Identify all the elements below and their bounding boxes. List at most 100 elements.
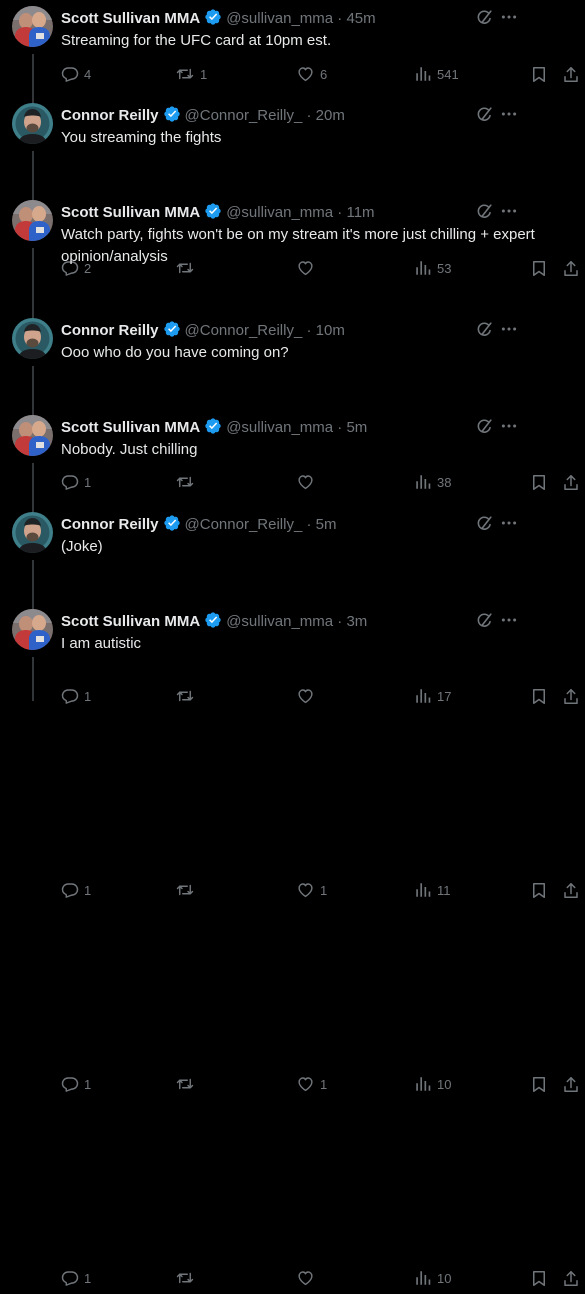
author-name[interactable]: Scott Sullivan MMA [61, 419, 200, 436]
tweet-header: Scott Sullivan MMA @sullivan_mma · 3m [61, 611, 367, 635]
tweet-text: Ooo who do you have coming on? [61, 344, 289, 361]
more-icon[interactable] [500, 611, 518, 634]
more-icon[interactable] [500, 202, 518, 225]
tweet-text: You streaming the fights [61, 129, 222, 146]
heart-icon [296, 1269, 315, 1287]
views-button[interactable]: 10 [414, 1268, 451, 1288]
author-handle[interactable]: @Connor_Reilly_ [185, 516, 303, 533]
author-handle[interactable]: @sullivan_mma [226, 419, 333, 436]
reply-count: 4 [84, 66, 92, 82]
like-count: 6 [320, 66, 328, 82]
grok-icon[interactable] [475, 105, 494, 129]
timestamp[interactable]: 10m [316, 322, 345, 339]
share-button[interactable] [562, 1268, 580, 1288]
share-button[interactable] [562, 64, 580, 84]
reply-icon [61, 1269, 79, 1287]
more-icon[interactable] [500, 514, 518, 537]
separator-dot: · [302, 322, 316, 339]
grok-icon[interactable] [475, 202, 494, 226]
timestamp[interactable]: 45m [346, 10, 375, 27]
tweet-text: Watch party, fights won't be on my strea… [61, 226, 535, 265]
reply-button[interactable]: 1 [61, 1268, 91, 1288]
retweet-count: 1 [200, 66, 208, 82]
more-icon[interactable] [500, 320, 518, 343]
like-button[interactable] [296, 1268, 320, 1288]
tweet-header: Scott Sullivan MMA @sullivan_mma · 45m [61, 8, 376, 32]
bookmark-button[interactable] [530, 1268, 548, 1288]
tweet-actions: 1 10 [61, 1268, 585, 1288]
verified-badge-icon [204, 8, 222, 32]
verified-badge-icon [204, 611, 222, 635]
avatar[interactable] [12, 200, 53, 241]
bookmark-button[interactable] [530, 64, 548, 84]
share-icon [562, 1269, 580, 1288]
more-icon[interactable] [500, 105, 518, 128]
timestamp[interactable]: 3m [346, 613, 367, 630]
more-icon[interactable] [500, 417, 518, 440]
bookmark-icon [530, 1269, 548, 1288]
author-handle[interactable]: @sullivan_mma [226, 613, 333, 630]
bookmark-icon [530, 65, 548, 84]
grok-icon[interactable] [475, 8, 494, 32]
tweet-text: I am autistic [61, 635, 142, 652]
views-count: 541 [437, 66, 459, 82]
retweet-button[interactable] [175, 1268, 200, 1288]
author-handle[interactable]: @sullivan_mma [226, 204, 333, 221]
grok-icon[interactable] [475, 320, 494, 344]
timestamp[interactable]: 5m [316, 516, 337, 533]
views-button[interactable]: 541 [414, 64, 459, 84]
author-name[interactable]: Connor Reilly [61, 107, 159, 124]
tweet-header: Connor Reilly @Connor_Reilly_ · 5m [61, 514, 336, 538]
author-handle[interactable]: @Connor_Reilly_ [185, 322, 303, 339]
grok-icon[interactable] [475, 514, 494, 538]
verified-badge-icon [163, 514, 181, 538]
retweet-icon [175, 65, 195, 83]
heart-icon [296, 65, 315, 83]
tweet-header: Connor Reilly @Connor_Reilly_ · 20m [61, 105, 345, 129]
retweet-button[interactable]: 1 [175, 64, 207, 84]
avatar[interactable] [12, 6, 53, 47]
reply-button[interactable]: 4 [61, 64, 91, 84]
avatar[interactable] [12, 318, 53, 359]
timestamp[interactable]: 5m [346, 419, 367, 436]
author-name[interactable]: Connor Reilly [61, 322, 159, 339]
tweet-text: Streaming for the UFC card at 10pm est. [61, 32, 332, 49]
tweet-header: Connor Reilly @Connor_Reilly_ · 10m [61, 320, 345, 344]
reply-count: 1 [84, 1270, 92, 1286]
separator-dot: · [302, 516, 316, 533]
avatar[interactable] [12, 415, 53, 456]
author-handle[interactable]: @sullivan_mma [226, 10, 333, 27]
avatar[interactable] [12, 609, 53, 650]
views-icon [414, 65, 432, 83]
tweet-text: Nobody. Just chilling [61, 441, 198, 458]
author-name[interactable]: Scott Sullivan MMA [61, 10, 200, 27]
author-name[interactable]: Scott Sullivan MMA [61, 204, 200, 221]
tweet[interactable]: Scott Sullivan MMA @sullivan_mma · 3m I a… [0, 603, 585, 1294]
timestamp[interactable]: 11m [346, 204, 374, 221]
verified-badge-icon [163, 105, 181, 129]
views-icon [414, 1269, 432, 1287]
separator-dot: · [302, 107, 316, 124]
author-name[interactable]: Connor Reilly [61, 516, 159, 533]
grok-icon[interactable] [475, 417, 494, 441]
timestamp[interactable]: 20m [316, 107, 345, 124]
retweet-icon [175, 1269, 195, 1287]
tweet-header: Scott Sullivan MMA @sullivan_mma · 5m [61, 417, 367, 441]
separator-dot: · [333, 613, 347, 630]
more-icon[interactable] [500, 8, 518, 31]
views-count: 10 [437, 1270, 452, 1286]
separator-dot: · [333, 204, 347, 221]
tweet-text: (Joke) [61, 538, 103, 555]
author-name[interactable]: Scott Sullivan MMA [61, 613, 200, 630]
avatar[interactable] [12, 103, 53, 144]
author-handle[interactable]: @Connor_Reilly_ [185, 107, 303, 124]
separator-dot: · [333, 10, 347, 27]
verified-badge-icon [204, 417, 222, 441]
tweet[interactable]: Scott Sullivan MMA @sullivan_mma · 45m St… [0, 0, 585, 90]
tweet-header: Scott Sullivan MMA @sullivan_mma · 11m [61, 202, 375, 226]
grok-icon[interactable] [475, 611, 494, 635]
tweet-actions: 4 1 6 541 [61, 64, 585, 84]
avatar[interactable] [12, 512, 53, 553]
share-icon [562, 65, 580, 84]
like-button[interactable]: 6 [296, 64, 327, 84]
